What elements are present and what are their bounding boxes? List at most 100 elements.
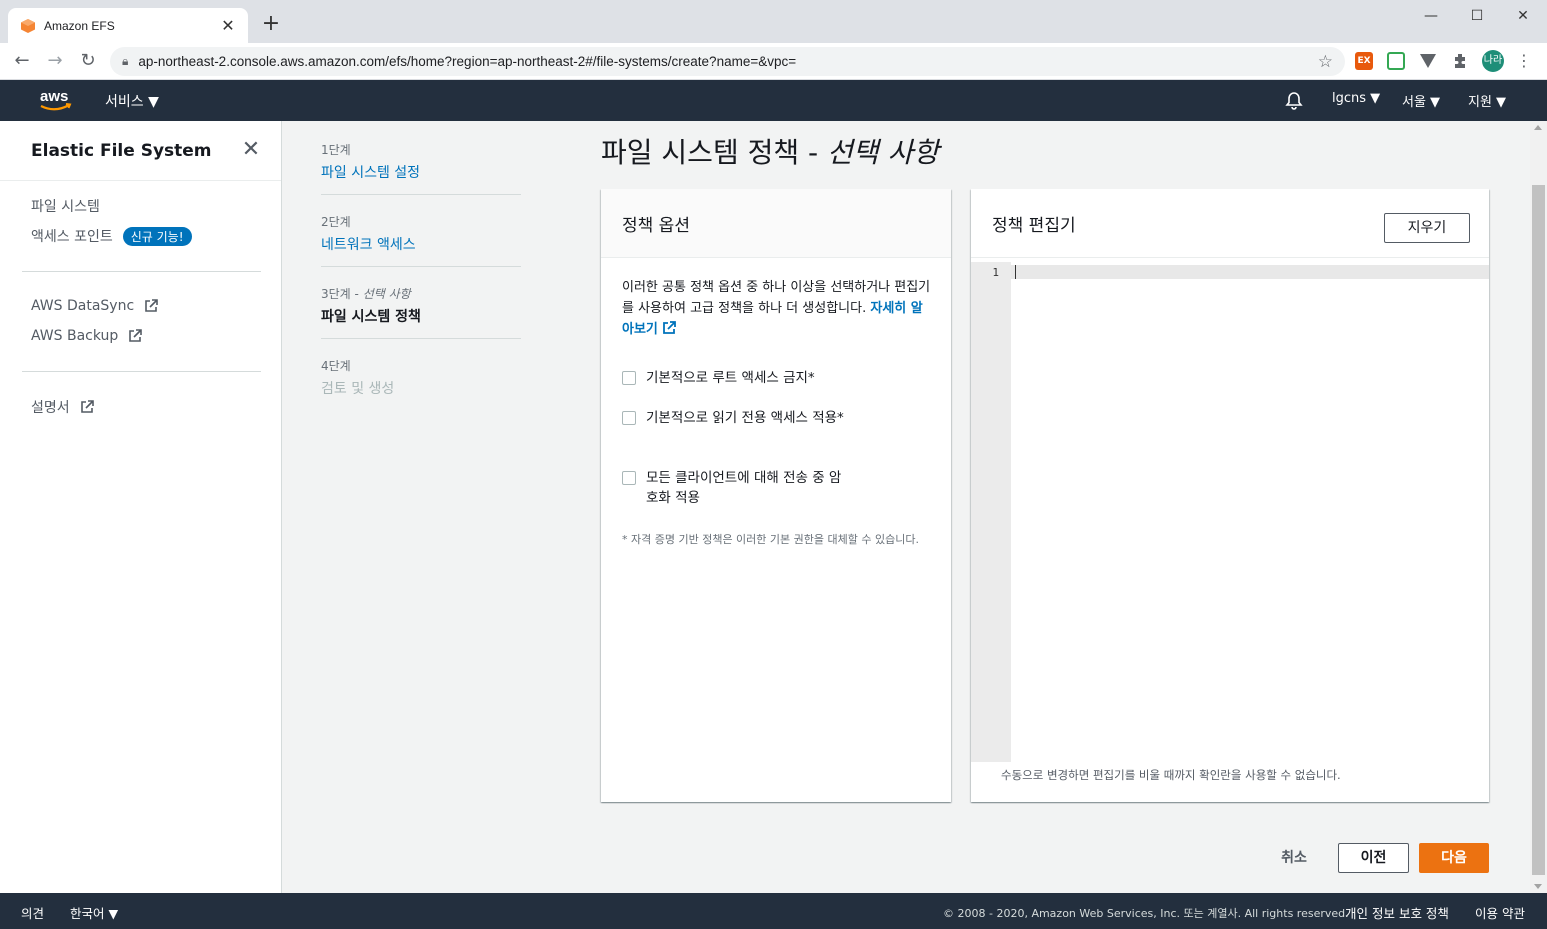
services-menu[interactable]: 서비스 ▼	[105, 91, 159, 111]
external-link-icon	[129, 329, 143, 342]
wizard-step-2[interactable]: 2단계 네트워크 액세스	[321, 213, 521, 254]
step-label-disabled: 검토 및 생성	[321, 381, 395, 397]
checkbox-read-only-access[interactable]: 기본적으로 읽기 전용 액세스 적용*	[622, 408, 852, 428]
step-label[interactable]: 네트워크 액세스	[321, 234, 521, 254]
copyright-text: © 2008 - 2020, Amazon Web Services, Inc.…	[943, 907, 1349, 920]
new-feature-badge: 신규 기능!	[122, 226, 192, 246]
account-menu[interactable]: lgcns ▼	[1332, 91, 1380, 106]
sidebar-item-label: AWS DataSync	[31, 298, 135, 314]
sidebar-item-access-points[interactable]: 액세스 포인트 신규 기능!	[31, 226, 192, 246]
step-divider	[321, 266, 521, 267]
aws-console-header: aws 서비스 ▼ lgcns ▼ 서울 ▼ 지원 ▼	[0, 80, 1547, 121]
step-label[interactable]: 파일 시스템 설정	[321, 162, 521, 182]
ex-extension-icon[interactable]: EX	[1355, 52, 1373, 70]
aws-logo-icon[interactable]: aws	[37, 86, 73, 114]
sidebar-divider	[22, 371, 261, 372]
step-number: 3단계 - 선택 사항	[321, 287, 411, 301]
checkbox-deny-root-access[interactable]: 기본적으로 루트 액세스 금지*	[622, 368, 862, 388]
puzzle-extensions-icon[interactable]	[1451, 52, 1469, 70]
browser-toolbar: ← → ↻ 🔒︎ ap-northeast-2.console.aws.amaz…	[0, 43, 1547, 80]
checkbox-label[interactable]: 기본적으로 루트 액세스 금지*	[646, 368, 815, 388]
notifications-bell-icon[interactable]	[1284, 90, 1304, 110]
clear-button[interactable]: 지우기	[1384, 213, 1470, 243]
privacy-policy-link[interactable]: 개인 정보 보호 정책	[1345, 903, 1449, 922]
scroll-up-icon[interactable]	[1534, 125, 1542, 130]
checkbox-label[interactable]: 모든 클라이언트에 대해 전송 중 암호화 적용	[646, 468, 852, 508]
page-scrollbar[interactable]	[1530, 121, 1547, 893]
terms-link[interactable]: 이용 약관	[1475, 903, 1525, 922]
step-divider	[321, 338, 521, 339]
svg-text:aws: aws	[40, 88, 68, 105]
step-number: 1단계	[321, 143, 351, 157]
checkbox-encryption-in-transit[interactable]: 모든 클라이언트에 대해 전송 중 암호화 적용	[622, 468, 852, 508]
policy-editor-panel: 정책 편집기 지우기 1 수동으로 변경하면 편집기를 비울 때까지 확인란을 …	[971, 189, 1489, 802]
page-title: 파일 시스템 정책 - 선택 사항	[601, 136, 939, 169]
sidebar-item-file-systems[interactable]: 파일 시스템	[31, 196, 100, 216]
step-number: 2단계	[321, 215, 351, 229]
sidebar-item-label: AWS Backup	[31, 328, 119, 344]
side-navigation: Elastic File System ✕ 파일 시스템 액세스 포인트 신규 …	[0, 121, 282, 893]
v-extension-icon[interactable]	[1419, 53, 1437, 69]
new-tab-button[interactable]: +	[259, 12, 283, 36]
wizard-step-3: 3단계 - 선택 사항 파일 시스템 정책	[321, 285, 521, 326]
step-number: 4단계	[321, 359, 351, 373]
next-button[interactable]: 다음	[1419, 843, 1489, 873]
tab-title: Amazon EFS	[44, 18, 115, 33]
panel-header: 정책 옵션	[601, 189, 951, 258]
step-divider	[321, 194, 521, 195]
lock-icon: 🔒︎	[122, 54, 129, 68]
checkbox[interactable]	[622, 411, 636, 425]
external-link-icon	[663, 321, 677, 334]
profile-avatar[interactable]: 나라	[1482, 50, 1504, 72]
sidebar-item-datasync[interactable]: AWS DataSync	[31, 298, 158, 314]
scroll-down-icon[interactable]	[1534, 884, 1542, 889]
close-sidebar-icon[interactable]: ✕	[240, 139, 262, 161]
support-menu[interactable]: 지원 ▼	[1468, 91, 1506, 110]
url-text[interactable]: ap-northeast-2.console.aws.amazon.com/ef…	[138, 54, 1317, 69]
line-number: 1	[992, 266, 999, 279]
bookmark-star-icon[interactable]: ☆	[1318, 52, 1333, 72]
close-window-icon[interactable]: ✕	[1500, 2, 1546, 30]
policy-options-description: 이러한 공통 정책 옵션 중 하나 이상을 선택하거나 편집기를 사용하여 고급…	[622, 280, 931, 337]
efs-favicon-icon	[21, 18, 35, 33]
editor-gutter: 1	[971, 262, 1011, 762]
region-menu[interactable]: 서울 ▼	[1402, 91, 1440, 110]
checkbox-label[interactable]: 기본적으로 읽기 전용 액세스 적용*	[646, 408, 844, 428]
sidebar-item-label: 설명서	[31, 400, 70, 416]
browser-menu-icon[interactable]: ⋮	[1516, 50, 1532, 72]
previous-button[interactable]: 이전	[1338, 843, 1409, 873]
policy-options-panel: 정책 옵션 이러한 공통 정책 옵션 중 하나 이상을 선택하거나 편집기를 사…	[601, 189, 951, 802]
address-bar[interactable]: 🔒︎ ap-northeast-2.console.aws.amazon.com…	[110, 47, 1345, 76]
sidebar-item-label: 파일 시스템	[31, 199, 100, 215]
sidebar-divider	[0, 180, 281, 181]
scrollbar-thumb[interactable]	[1532, 185, 1545, 875]
checkbox[interactable]	[622, 371, 636, 385]
policy-code-editor[interactable]: 1	[971, 262, 1489, 762]
panel-header: 정책 편집기 지우기	[971, 189, 1489, 258]
minimize-icon[interactable]: —	[1408, 2, 1454, 30]
language-selector[interactable]: 한국어 ▼	[70, 903, 118, 922]
feedback-link[interactable]: 의견	[21, 903, 44, 922]
reload-icon[interactable]: ↻	[76, 49, 100, 73]
maximize-icon[interactable]: ☐	[1454, 2, 1500, 30]
editor-note: 수동으로 변경하면 편집기를 비울 때까지 확인란을 사용할 수 없습니다.	[1001, 768, 1341, 782]
cancel-button[interactable]: 취소	[1266, 843, 1322, 873]
external-link-icon	[80, 400, 94, 413]
sidebar-item-documentation[interactable]: 설명서	[31, 397, 94, 417]
green-extension-icon[interactable]	[1387, 52, 1405, 70]
text-cursor	[1015, 265, 1016, 279]
panel-heading: 정책 옵션	[622, 216, 690, 236]
browser-tab[interactable]: Amazon EFS ✕	[8, 8, 248, 43]
forward-icon[interactable]: →	[43, 49, 67, 73]
checkbox[interactable]	[622, 471, 636, 485]
sidebar-title[interactable]: Elastic File System	[31, 141, 212, 161]
close-tab-icon[interactable]: ✕	[220, 16, 236, 35]
step-label-current: 파일 시스템 정책	[321, 309, 421, 325]
back-icon[interactable]: ←	[10, 49, 34, 73]
browser-tabstrip: Amazon EFS ✕ + — ☐ ✕	[0, 0, 1547, 43]
sidebar-item-backup[interactable]: AWS Backup	[31, 328, 143, 344]
sidebar-item-label: 액세스 포인트	[31, 229, 113, 245]
wizard-step-1[interactable]: 1단계 파일 시스템 설정	[321, 141, 521, 182]
external-link-icon	[145, 299, 158, 312]
wizard-step-4: 4단계 검토 및 생성	[321, 357, 521, 398]
